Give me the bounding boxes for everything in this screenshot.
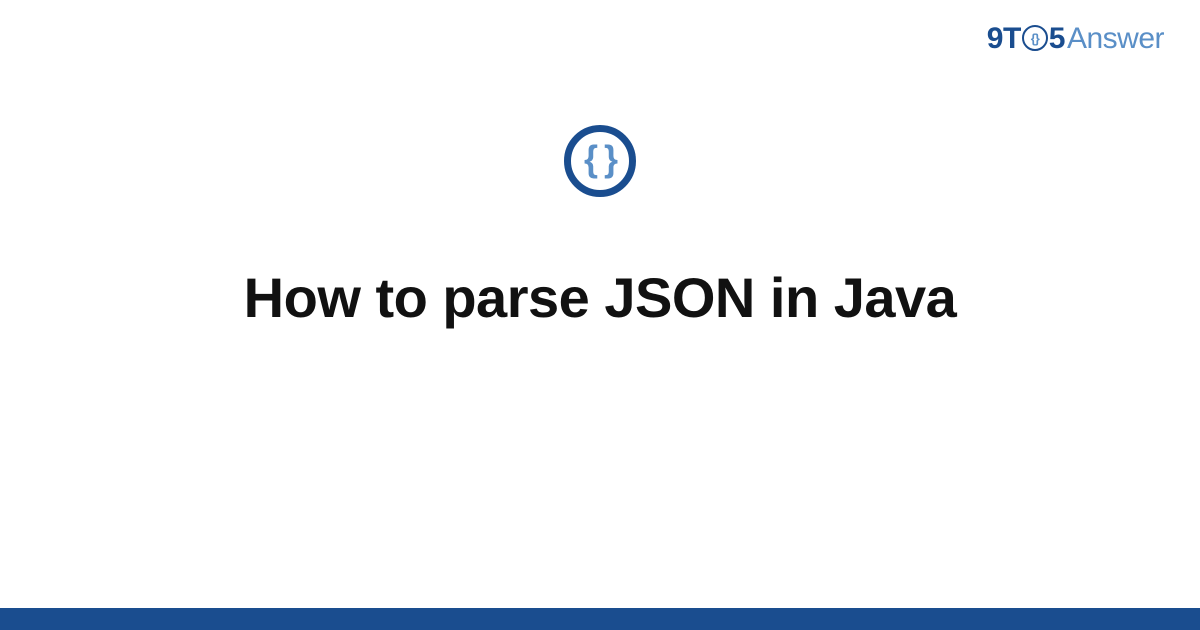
logo-part-t: T xyxy=(1003,22,1021,56)
logo-part-answer: Answer xyxy=(1067,22,1164,56)
footer-accent-bar xyxy=(0,608,1200,630)
site-logo: 9 T {} 5 Answer xyxy=(987,22,1164,56)
main-content: { } How to parse JSON in Java xyxy=(0,125,1200,330)
logo-part-5: 5 xyxy=(1049,22,1065,56)
logo-part-9: 9 xyxy=(987,22,1003,56)
topic-icon-circle: { } xyxy=(564,125,636,197)
json-braces-icon: { } xyxy=(584,138,616,180)
logo-o-icon: {} xyxy=(1022,25,1048,51)
logo-o-braces: {} xyxy=(1031,31,1039,46)
page-title: How to parse JSON in Java xyxy=(244,265,957,330)
